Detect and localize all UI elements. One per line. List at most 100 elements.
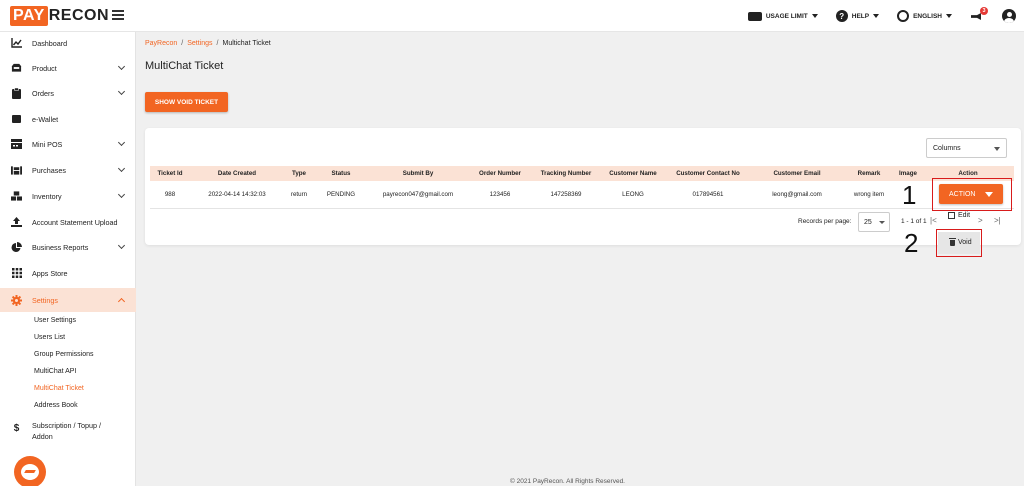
- subscription-line2: Addon: [32, 432, 53, 441]
- language-menu[interactable]: ENGLISH: [897, 10, 952, 22]
- sidebar-item-mini-pos[interactable]: Mini POS: [0, 133, 136, 155]
- records-per-page-value: 25: [864, 218, 872, 226]
- ticket-table: Ticket Id Date Created Type Status Submi…: [150, 166, 1014, 209]
- chevron-down-icon: [117, 241, 126, 250]
- caret-down-icon: [811, 14, 818, 18]
- highlight-box-action: [932, 178, 1012, 211]
- usage-limit-menu[interactable]: USAGE LIMIT: [747, 11, 818, 21]
- sidebar-item-label: Purchases: [32, 165, 66, 175]
- megaphone-icon: 3: [970, 7, 988, 22]
- sidebar-item-product[interactable]: Product: [0, 57, 136, 79]
- chart-line-icon: [11, 38, 22, 48]
- upload-icon: [11, 217, 22, 227]
- notifications-button[interactable]: 3: [970, 7, 988, 22]
- col-type[interactable]: Type: [284, 166, 314, 181]
- col-customer-name[interactable]: Customer Name: [600, 166, 666, 181]
- col-order-number[interactable]: Order Number: [468, 166, 532, 181]
- cell-remark: wrong item: [844, 181, 894, 209]
- sidebar-item-ewallet[interactable]: e-Wallet: [0, 108, 136, 130]
- cell-customer-email: leong@gmail.com: [750, 181, 844, 209]
- grid-icon: [11, 268, 22, 278]
- records-per-page-label: Records per page:: [798, 218, 852, 225]
- chevron-down-icon: [117, 138, 126, 147]
- col-tracking-number[interactable]: Tracking Number: [532, 166, 600, 181]
- columns-select-label: Columns: [933, 144, 961, 152]
- col-date-created[interactable]: Date Created: [190, 166, 284, 181]
- breadcrumb-home[interactable]: PayRecon: [145, 40, 177, 47]
- cell-customer-name: LEONG: [600, 181, 666, 209]
- cell-tracking-number: 147258369: [532, 181, 600, 209]
- sidebar-item-apps-store[interactable]: Apps Store: [0, 262, 136, 284]
- col-customer-contact[interactable]: Customer Contact No: [666, 166, 750, 181]
- col-customer-email[interactable]: Customer Email: [750, 166, 844, 181]
- sidebar-item-inventory[interactable]: Inventory: [0, 185, 136, 207]
- first-page-icon[interactable]: |<: [930, 216, 937, 225]
- clipboard-icon: [11, 87, 22, 99]
- messenger-chat-button[interactable]: [14, 456, 46, 486]
- pie-chart-icon: [11, 241, 22, 252]
- col-submit-by[interactable]: Submit By: [368, 166, 468, 181]
- logo-pay: PAY: [10, 6, 48, 26]
- account-button[interactable]: [1002, 9, 1016, 23]
- sidebar-item-label: e-Wallet: [32, 114, 59, 124]
- sidebar-item-dashboard[interactable]: Dashboard: [0, 32, 136, 54]
- menu-item-edit[interactable]: Edit: [948, 212, 970, 219]
- warehouse-icon: [11, 165, 22, 175]
- sidebar-item-account-statement-upload[interactable]: Account Statement Upload: [0, 211, 136, 233]
- col-status[interactable]: Status: [314, 166, 368, 181]
- chevron-down-icon: [117, 164, 126, 173]
- globe-icon: [897, 10, 910, 22]
- sidebar-item-settings[interactable]: Settings: [0, 288, 136, 312]
- top-bar: PAY RECON USAGE LIMIT ? HELP ENGLISH 3: [0, 0, 1024, 32]
- breadcrumb-settings[interactable]: Settings: [187, 40, 212, 47]
- dollar-icon: $: [13, 422, 20, 434]
- notification-badge: 3: [980, 7, 988, 15]
- box-icon: [11, 63, 22, 73]
- cell-status: PENDING: [314, 181, 368, 209]
- sidebar-item-label: Dashboard: [32, 38, 68, 48]
- highlight-box-void: [936, 229, 982, 257]
- top-nav: USAGE LIMIT ? HELP ENGLISH 3: [747, 0, 1016, 32]
- truck-icon: [747, 11, 762, 21]
- sidebar-item-subscription[interactable]: $ Subscription / Topup / Addon: [0, 418, 136, 444]
- step-marker-1: 1: [902, 180, 917, 210]
- usage-limit-label: USAGE LIMIT: [765, 12, 808, 20]
- next-page-icon[interactable]: >: [978, 216, 983, 225]
- col-image[interactable]: Image: [894, 166, 922, 181]
- sidebar-item-purchases[interactable]: Purchases: [0, 159, 136, 181]
- sidebar-item-orders[interactable]: Orders: [0, 82, 136, 104]
- col-remark[interactable]: Remark: [844, 166, 894, 181]
- sidebar-sub-group-permissions[interactable]: Group Permissions: [34, 348, 94, 362]
- caret-down-icon: [946, 14, 952, 18]
- col-ticket-id[interactable]: Ticket Id: [150, 166, 190, 181]
- sidebar-item-label: Orders: [32, 88, 54, 98]
- chevron-down-icon: [117, 62, 126, 71]
- caret-down-icon: [994, 147, 1000, 151]
- sidebar-sub-user-settings[interactable]: User Settings: [34, 314, 76, 328]
- sidebar-item-label: Account Statement Upload: [32, 217, 118, 227]
- sidebar-sub-address-book[interactable]: Address Book: [34, 399, 78, 413]
- language-label: ENGLISH: [913, 12, 942, 20]
- table-header-row: Ticket Id Date Created Type Status Submi…: [150, 166, 1014, 181]
- payrecon-logo[interactable]: PAY RECON: [10, 6, 109, 26]
- sidebar-item-business-reports[interactable]: Business Reports: [0, 236, 136, 258]
- menu-item-edit-label: Edit: [958, 212, 971, 219]
- last-page-icon[interactable]: >|: [994, 216, 1001, 225]
- columns-select[interactable]: Columns: [926, 138, 1007, 158]
- show-void-ticket-button[interactable]: SHOW VOID TICKET: [145, 92, 228, 112]
- question-icon: ?: [835, 10, 848, 22]
- sidebar-item-label: Mini POS: [32, 139, 63, 149]
- sidebar: Dashboard Product Orders e-Wallet Mini P…: [0, 32, 136, 486]
- records-per-page-select[interactable]: 25: [858, 212, 890, 232]
- breadcrumb-current: Multichat Ticket: [222, 40, 271, 47]
- boxes-icon: [11, 191, 22, 201]
- sidebar-sub-users-list[interactable]: Users List: [34, 331, 65, 345]
- cell-ticket-id: 988: [150, 181, 190, 209]
- pagination-range: 1 - 1 of 1: [901, 218, 927, 225]
- sidebar-sub-multichat-ticket[interactable]: MultiChat Ticket: [34, 382, 84, 396]
- menu-toggle-icon[interactable]: [112, 10, 124, 20]
- help-menu[interactable]: ? HELP: [835, 10, 880, 22]
- sidebar-sub-multichat-api[interactable]: MultiChat API: [34, 365, 76, 379]
- help-label: HELP: [851, 12, 870, 20]
- cell-date-created: 2022-04-14 14:32:03: [190, 181, 284, 209]
